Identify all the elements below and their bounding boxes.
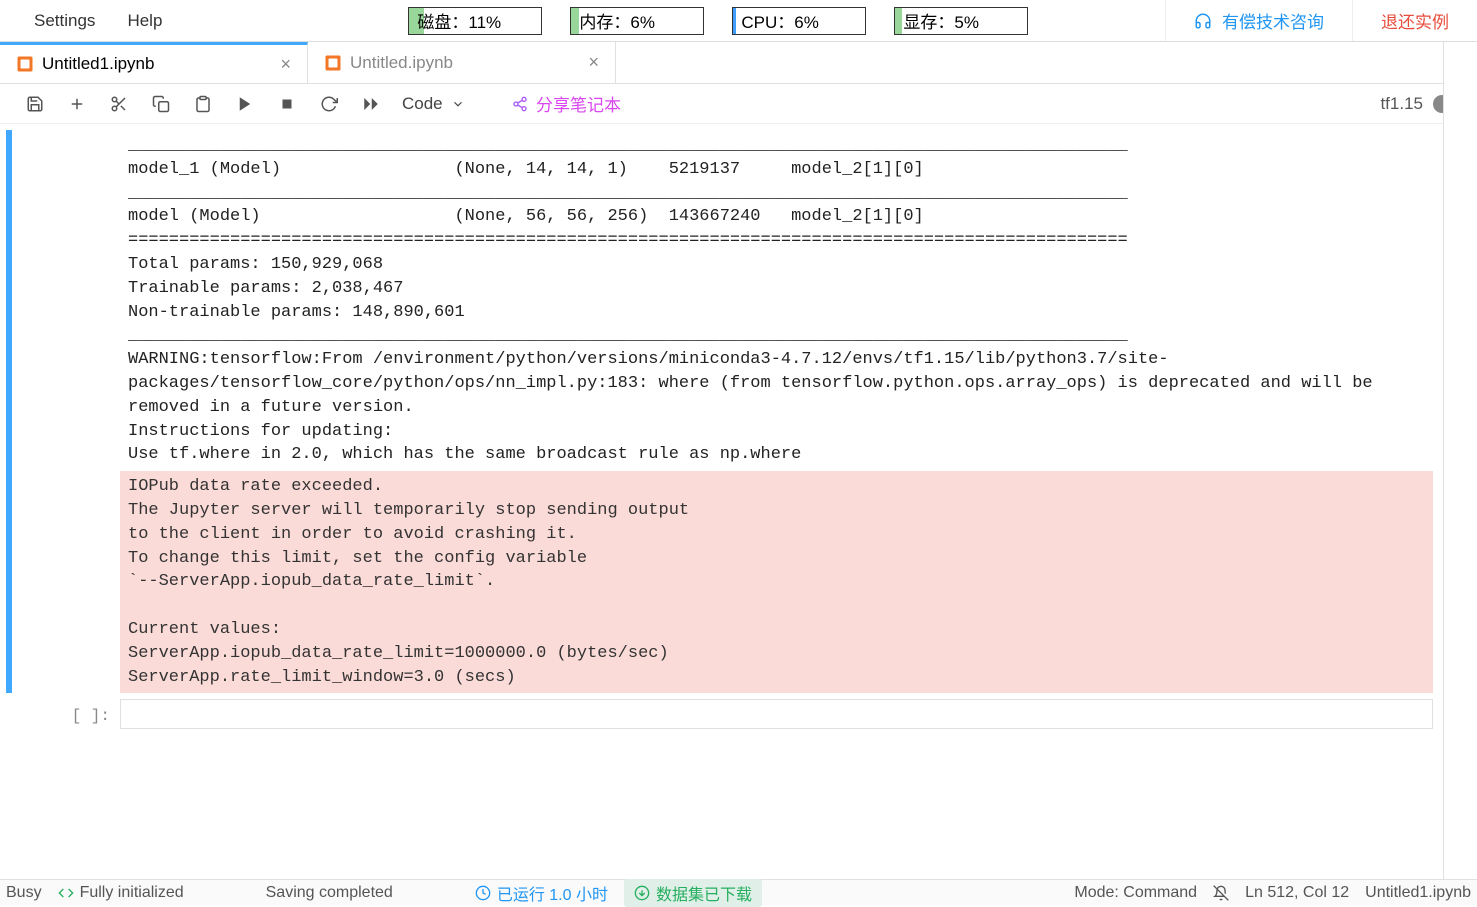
paste-button[interactable] (182, 86, 224, 122)
status-runtime[interactable]: 已运行 1.0 小时 (475, 881, 608, 905)
tab-label: Untitled.ipynb (350, 53, 453, 73)
add-cell-button[interactable] (56, 86, 98, 122)
statusbar: Busy Fully initialized Saving completed … (0, 879, 1477, 905)
stat-disk: 磁盘：11% (408, 7, 542, 35)
notebook-area[interactable]: ________________________________________… (0, 124, 1443, 879)
cell-prompt (12, 130, 120, 693)
toolbar: Code 分享笔记本 tf1.15 (0, 84, 1477, 124)
status-initialized: Fully initialized (58, 884, 184, 902)
status-notifications[interactable] (1213, 885, 1229, 901)
return-instance-link[interactable]: 退还实例 (1352, 0, 1477, 41)
status-saving: Saving completed (266, 884, 393, 902)
tabs-row: Untitled1.ipynb × Untitled.ipynb × (0, 42, 1477, 84)
menus: Settings Help (0, 3, 178, 39)
empty-code-cell[interactable]: [ ]: (6, 699, 1433, 729)
stat-gpu: 显存：5% (894, 7, 1028, 35)
headphones-icon (1194, 12, 1212, 30)
close-icon[interactable]: × (588, 52, 599, 73)
stop-button[interactable] (266, 86, 308, 122)
bell-off-icon (1213, 885, 1229, 901)
clock-icon (475, 885, 491, 901)
cell-type-select[interactable]: Code (392, 94, 502, 114)
tab-label: Untitled1.ipynb (42, 54, 154, 74)
code-icon (58, 885, 74, 901)
status-dataset[interactable]: 数据集已下载 (624, 879, 762, 907)
output-text: ________________________________________… (120, 130, 1433, 471)
jupyter-icon (16, 55, 34, 73)
error-output: IOPub data rate exceeded. The Jupyter se… (120, 471, 1433, 693)
tab-untitled[interactable]: Untitled.ipynb × (308, 42, 616, 83)
right-rail (1443, 42, 1477, 879)
output-cell[interactable]: ________________________________________… (6, 130, 1433, 693)
status-position[interactable]: Ln 512, Col 12 (1245, 884, 1349, 902)
tech-consult-link[interactable]: 有偿技术咨询 (1165, 0, 1352, 41)
share-icon (512, 96, 528, 112)
kernel-name[interactable]: tf1.15 (1380, 94, 1423, 114)
jupyter-icon (324, 54, 342, 72)
close-icon[interactable]: × (280, 54, 291, 75)
status-busy: Busy (6, 884, 42, 902)
menu-settings[interactable]: Settings (18, 3, 111, 39)
system-stats: 磁盘：11% 内存：6% CPU：6% 显存：5% (408, 7, 1028, 35)
tab-untitled1[interactable]: Untitled1.ipynb × (0, 42, 308, 83)
save-button[interactable] (14, 86, 56, 122)
cut-button[interactable] (98, 86, 140, 122)
code-input[interactable] (120, 699, 1433, 729)
status-filename: Untitled1.ipynb (1365, 884, 1471, 902)
status-mode: Mode: Command (1074, 884, 1197, 902)
menu-help[interactable]: Help (111, 3, 178, 39)
run-button[interactable] (224, 86, 266, 122)
chevron-down-icon (451, 97, 465, 111)
copy-button[interactable] (140, 86, 182, 122)
stat-memory: 内存：6% (570, 7, 704, 35)
stat-cpu: CPU：6% (732, 7, 866, 35)
cell-prompt: [ ]: (12, 699, 120, 729)
restart-button[interactable] (308, 86, 350, 122)
download-icon (634, 885, 650, 901)
topbar: Settings Help 磁盘：11% 内存：6% CPU：6% 显存：5% … (0, 0, 1477, 42)
run-all-button[interactable] (350, 86, 392, 122)
share-notebook-link[interactable]: 分享笔记本 (502, 91, 631, 116)
